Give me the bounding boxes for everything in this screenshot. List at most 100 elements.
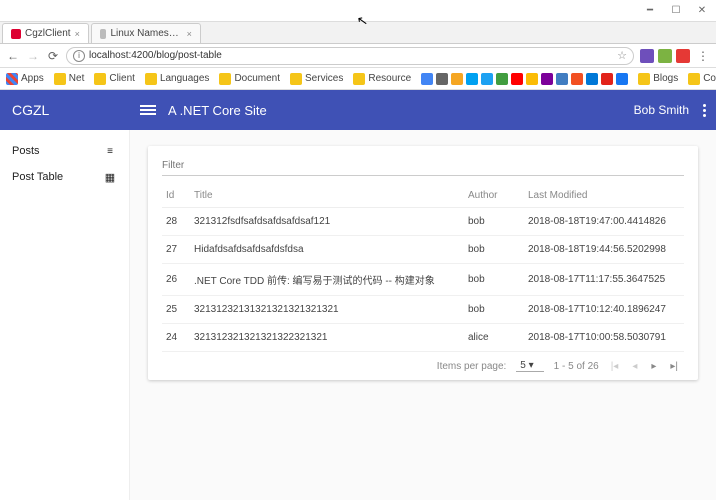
bookmark-folder[interactable]: Languages	[145, 73, 210, 85]
nav-reload-button[interactable]: ⟳	[46, 49, 60, 63]
bookmark-site-icon[interactable]	[511, 73, 523, 85]
bookmark-folder[interactable]: Resource	[353, 73, 411, 85]
bookmark-site-icon[interactable]	[601, 73, 613, 85]
bookmark-label: Blogs	[653, 73, 678, 84]
bookmark-label: Net	[69, 73, 85, 84]
table-row[interactable]: 253213123213132132132132​1321bob2018-08-…	[162, 296, 684, 324]
sidebar-item-posts[interactable]: Posts ≡	[0, 138, 129, 164]
sidebar: Posts ≡ Post Table ▦	[0, 130, 130, 500]
cell-id: 28	[162, 208, 190, 236]
bookmark-star-icon[interactable]: ☆	[617, 49, 627, 62]
bookmark-folder[interactable]: Client	[94, 73, 135, 85]
bookmark-folder[interactable]: Services	[290, 73, 343, 85]
nav-back-button[interactable]: ←	[6, 49, 20, 63]
tab-close-icon[interactable]: ×	[75, 29, 80, 39]
cell-id: 25	[162, 296, 190, 324]
bookmark-site-icon[interactable]	[481, 73, 493, 85]
browser-tab[interactable]: CgzlClient ×	[2, 23, 89, 43]
window-maximize-button[interactable]: ☐	[670, 5, 682, 17]
column-header-modified[interactable]: Last Modified	[524, 184, 684, 208]
window-minimize-button[interactable]: ━	[644, 5, 656, 17]
bookmark-folder[interactable]: Document	[219, 73, 280, 85]
bookmark-folder[interactable]: Net	[54, 73, 85, 85]
column-header-id[interactable]: Id	[162, 184, 190, 208]
bookmark-site-icon[interactable]	[421, 73, 433, 85]
sidebar-item-label: Posts	[12, 145, 40, 157]
list-icon: ≡	[103, 144, 117, 158]
folder-icon	[145, 73, 157, 85]
bookmark-site-icon[interactable]	[586, 73, 598, 85]
tab-close-icon[interactable]: ×	[187, 29, 192, 39]
bookmark-site-icon[interactable]	[541, 73, 553, 85]
site-info-icon[interactable]: i	[73, 50, 85, 62]
app-brand[interactable]: CGZL	[0, 90, 130, 130]
bookmark-folder[interactable]: Courses	[688, 73, 716, 85]
overflow-menu-button[interactable]	[703, 104, 706, 117]
tab-favicon	[100, 29, 107, 39]
bookmark-label: Services	[305, 73, 343, 84]
cell-modified: 2018-08-18T19:47:00.4414826	[524, 208, 684, 236]
bookmark-label: Resource	[368, 73, 411, 84]
cell-author: bob	[464, 296, 524, 324]
sidebar-item-label: Post Table	[12, 171, 63, 183]
table-row[interactable]: 28321312fsdfsafdsafdsafdsaf121bob2018-08…	[162, 208, 684, 236]
folder-icon	[353, 73, 365, 85]
bookmark-site-icon[interactable]	[616, 73, 628, 85]
bookmark-site-icon[interactable]	[556, 73, 568, 85]
pager-next-button[interactable]: ▸	[649, 361, 658, 372]
bookmark-folder[interactable]: Blogs	[638, 73, 678, 85]
browser-toolbar: ← → ⟳ i localhost:4200/blog/post-table ☆…	[0, 44, 716, 68]
app-title: A .NET Core Site	[168, 103, 267, 118]
url-text: localhost:4200/blog/post-table	[89, 50, 222, 61]
menu-toggle-button[interactable]	[140, 105, 156, 115]
window-close-button[interactable]: ✕	[696, 5, 708, 17]
column-header-author[interactable]: Author	[464, 184, 524, 208]
folder-icon	[219, 73, 231, 85]
bookmark-site-icon[interactable]	[436, 73, 448, 85]
bookmark-label: Document	[234, 73, 280, 84]
cell-author: bob	[464, 208, 524, 236]
table-row[interactable]: 26.NET Core TDD 前传: 编写易于测试的代码 -- 构建对象bob…	[162, 264, 684, 296]
extension-icon[interactable]	[676, 49, 690, 63]
bookmark-site-icon[interactable]	[571, 73, 583, 85]
nav-forward-button[interactable]: →	[26, 49, 40, 63]
filter-input[interactable]	[162, 156, 684, 176]
browser-menu-button[interactable]: ⋮	[696, 49, 710, 63]
pager-prev-button[interactable]: ◂	[630, 361, 639, 372]
data-card: Id Title Author Last Modified 28321312fs…	[148, 146, 698, 380]
bookmark-site-icon[interactable]	[451, 73, 463, 85]
column-header-title[interactable]: Title	[190, 184, 464, 208]
cell-modified: 2018-08-17T11:17:55.3647525	[524, 264, 684, 296]
user-name[interactable]: Bob Smith	[634, 103, 689, 117]
tab-favicon	[11, 29, 21, 39]
folder-icon	[638, 73, 650, 85]
grid-icon: ▦	[103, 170, 117, 184]
cell-author: bob	[464, 264, 524, 296]
cell-author: bob	[464, 236, 524, 264]
extension-icon[interactable]	[640, 49, 654, 63]
cell-author: alice	[464, 324, 524, 352]
cell-id: 26	[162, 264, 190, 296]
table-row[interactable]: 27Hidafdsafdsafdsafdsfdsabob2018-08-18T1…	[162, 236, 684, 264]
bookmark-label: Client	[109, 73, 135, 84]
table-row[interactable]: 2432131232132132132​2321321alice2018-08-…	[162, 324, 684, 352]
cell-title: 32131232132132132​2321321	[190, 324, 464, 352]
cell-title: .NET Core TDD 前传: 编写易于测试的代码 -- 构建对象	[190, 264, 464, 296]
pager-last-button[interactable]: ▸|	[668, 361, 680, 372]
folder-icon	[688, 73, 700, 85]
cell-title: 3213123213132132132132​1321	[190, 296, 464, 324]
cell-modified: 2018-08-17T10:00:58.5030791	[524, 324, 684, 352]
page-size-select[interactable]: 5 ▾	[516, 360, 543, 372]
bookmark-label: Apps	[21, 73, 44, 84]
browser-tab[interactable]: Linux Namespace : User ×	[91, 23, 201, 43]
sidebar-item-post-table[interactable]: Post Table ▦	[0, 164, 129, 190]
pager-first-button[interactable]: |◂	[609, 361, 621, 372]
bookmark-site-icon[interactable]	[526, 73, 538, 85]
address-bar[interactable]: i localhost:4200/blog/post-table ☆	[66, 47, 634, 65]
bookmark-site-icon[interactable]	[466, 73, 478, 85]
bookmark-apps[interactable]: Apps	[6, 73, 44, 85]
bookmark-site-icon[interactable]	[496, 73, 508, 85]
extension-icon[interactable]	[658, 49, 672, 63]
posts-table: Id Title Author Last Modified 28321312fs…	[162, 184, 684, 352]
pager-label: Items per page:	[437, 361, 506, 372]
